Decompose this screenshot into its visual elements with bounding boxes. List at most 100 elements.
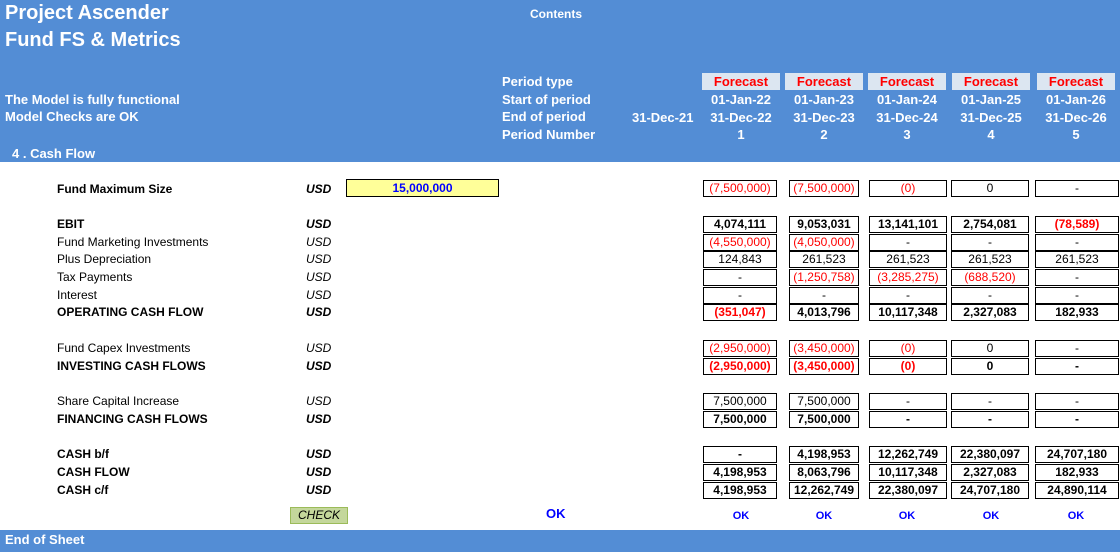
period-start-4: 01-Jan-25 <box>961 92 1021 107</box>
table-cell: (3,450,000) <box>789 340 859 357</box>
table-cell: - <box>1035 287 1119 304</box>
table-cell: 12,262,749 <box>869 446 947 463</box>
row-unit: USD <box>306 447 332 461</box>
period-number-label: Period Number <box>502 127 596 142</box>
fund-max-unit: USD <box>306 182 332 196</box>
table-cell: 10,117,348 <box>869 464 947 481</box>
table-cell: 22,380,097 <box>951 446 1029 463</box>
start-of-period-label: Start of period <box>502 92 591 107</box>
table-cell: (78,589) <box>1035 216 1119 233</box>
row-label: CASH b/f <box>57 447 109 461</box>
period-type-5: Forecast <box>1037 73 1115 90</box>
row-unit: USD <box>306 252 332 266</box>
period-type-2: Forecast <box>785 73 863 90</box>
table-cell: 8,063,796 <box>789 464 859 481</box>
table-cell: - <box>1035 393 1119 410</box>
table-cell: 12,262,749 <box>789 482 859 499</box>
period-start-3: 01-Jan-24 <box>877 92 937 107</box>
period-number-4: 4 <box>987 127 995 142</box>
row-unit: USD <box>306 341 332 355</box>
row-label: FINANCING CASH FLOWS <box>57 412 208 426</box>
row-unit: USD <box>306 235 332 249</box>
period-check-3: OK <box>898 510 916 522</box>
row-label: Tax Payments <box>57 270 133 284</box>
section-title: 4 . Cash Flow <box>12 146 96 161</box>
table-cell: 261,523 <box>1035 251 1119 268</box>
table-cell: - <box>951 287 1029 304</box>
table-cell: 7,500,000 <box>703 393 777 410</box>
table-cell: 13,141,101 <box>869 216 947 233</box>
end-of-period-label: End of period <box>502 109 586 124</box>
footer-band <box>0 530 1120 552</box>
table-cell: - <box>703 446 777 463</box>
table-cell: - <box>869 393 947 410</box>
period-check-2: OK <box>815 510 833 522</box>
table-cell: 10,117,348 <box>869 304 947 321</box>
row-unit: USD <box>306 217 332 231</box>
table-cell: 22,380,097 <box>869 482 947 499</box>
fund-max-label: Fund Maximum Size <box>57 182 173 196</box>
row-label: OPERATING CASH FLOW <box>57 305 204 319</box>
table-cell: 0 <box>951 340 1029 357</box>
table-cell: (3,450,000) <box>789 358 859 375</box>
row-label: Interest <box>57 288 98 302</box>
period-start-5: 01-Jan-26 <box>1046 92 1106 107</box>
table-cell: 9,053,031 <box>789 216 859 233</box>
fund-max-value-1: (7,500,000) <box>703 180 777 197</box>
row-label: EBIT <box>57 217 85 231</box>
fund-max-value-3: (0) <box>869 180 947 197</box>
period-type-3: Forecast <box>868 73 946 90</box>
table-cell: 261,523 <box>869 251 947 268</box>
table-cell: 124,843 <box>703 251 777 268</box>
table-cell: (4,050,000) <box>789 234 859 251</box>
row-label: Share Capital Increase <box>57 394 180 408</box>
table-cell: - <box>869 287 947 304</box>
table-cell: - <box>1035 269 1119 286</box>
sheet-subtitle: Fund FS & Metrics <box>5 29 181 51</box>
period-end-2: 31-Dec-23 <box>793 110 855 125</box>
period-check-1: OK <box>732 510 750 522</box>
contents-link[interactable]: Contents <box>530 7 582 21</box>
table-cell: (1,250,758) <box>789 269 859 286</box>
period-type-4: Forecast <box>952 73 1030 90</box>
row-unit: USD <box>306 305 332 319</box>
table-cell: (351,047) <box>703 304 777 321</box>
table-cell: 7,500,000 <box>703 411 777 428</box>
table-cell: - <box>1035 340 1119 357</box>
table-cell: 7,500,000 <box>789 411 859 428</box>
table-cell: 0 <box>951 358 1029 375</box>
table-cell: - <box>869 411 947 428</box>
row-unit: USD <box>306 394 332 408</box>
period-check-5: OK <box>1067 510 1085 522</box>
table-cell: 261,523 <box>951 251 1029 268</box>
table-cell: - <box>1035 358 1119 375</box>
table-cell: - <box>703 269 777 286</box>
period-number-1: 1 <box>737 127 745 142</box>
opening-end-date: 31-Dec-21 <box>632 110 694 125</box>
table-cell: (4,550,000) <box>703 234 777 251</box>
row-label: INVESTING CASH FLOWS <box>57 359 206 373</box>
period-number-2: 2 <box>820 127 828 142</box>
table-cell: 182,933 <box>1035 464 1119 481</box>
table-cell: - <box>951 411 1029 428</box>
table-cell: (3,285,275) <box>869 269 947 286</box>
row-unit: USD <box>306 412 332 426</box>
period-number-3: 3 <box>903 127 911 142</box>
table-cell: - <box>951 393 1029 410</box>
fund-max-input[interactable]: 15,000,000 <box>346 179 499 197</box>
period-end-4: 31-Dec-25 <box>960 110 1022 125</box>
row-label: Fund Marketing Investments <box>57 235 209 249</box>
table-cell: 4,198,953 <box>703 464 777 481</box>
period-start-1: 01-Jan-22 <box>711 92 771 107</box>
table-cell: (0) <box>869 340 947 357</box>
period-end-3: 31-Dec-24 <box>876 110 938 125</box>
model-checks-status: Model Checks are OK <box>5 109 139 124</box>
row-unit: USD <box>306 483 332 497</box>
check-label: CHECK <box>290 507 348 524</box>
period-end-1: 31-Dec-22 <box>710 110 772 125</box>
row-unit: USD <box>306 288 332 302</box>
table-cell: 4,013,796 <box>789 304 859 321</box>
table-cell: 4,198,953 <box>789 446 859 463</box>
table-cell: - <box>951 234 1029 251</box>
table-cell: 24,890,114 <box>1035 482 1119 499</box>
